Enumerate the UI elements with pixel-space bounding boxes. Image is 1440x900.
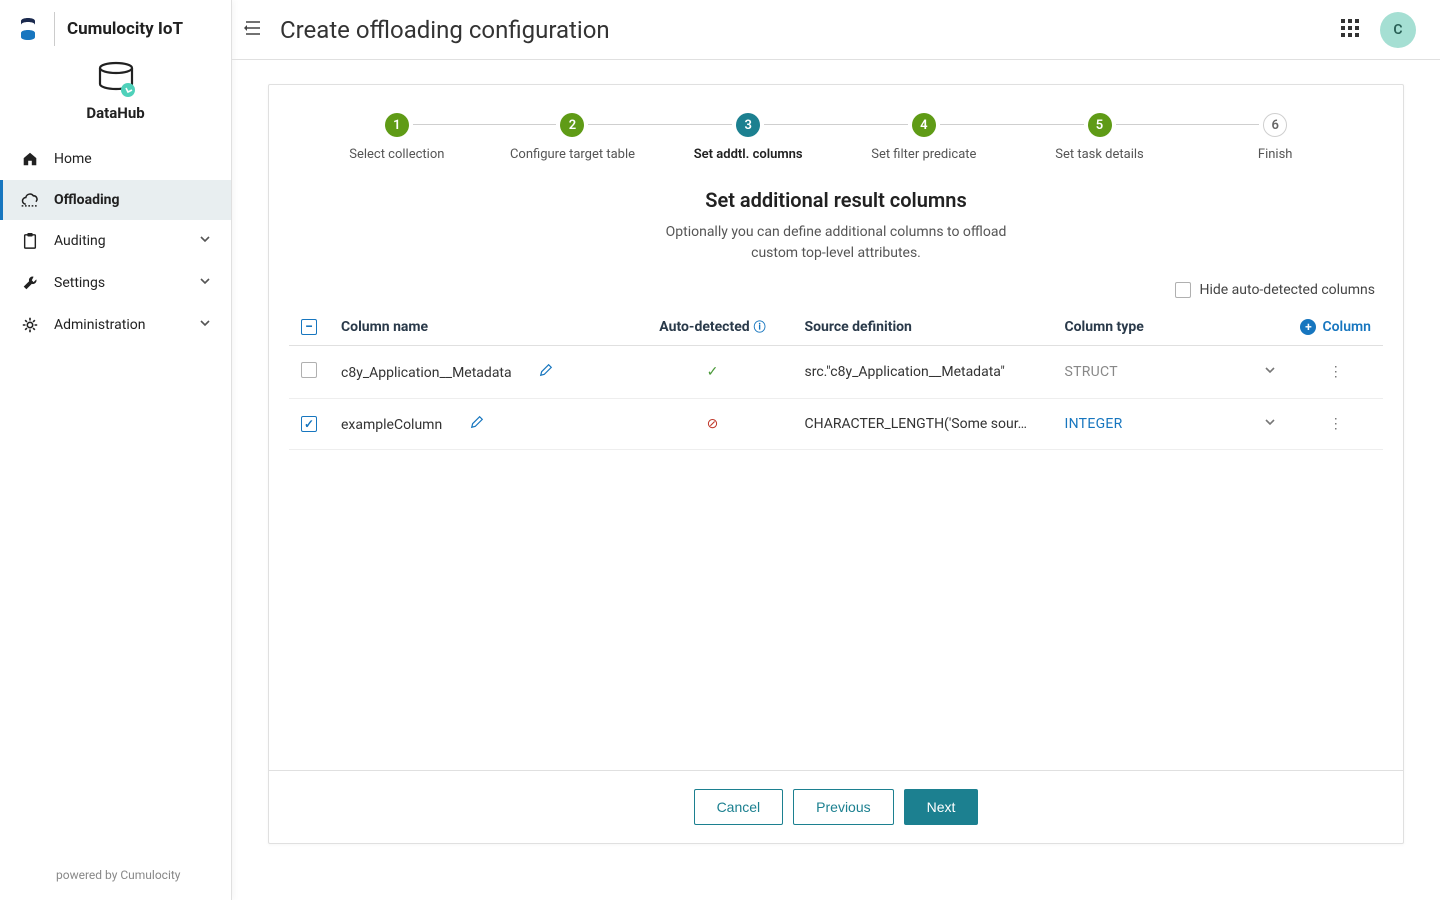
table-row: exampleColumn ⊘ CHARACTER_LENGTH('Some s… [289, 399, 1383, 450]
wizard-card: 1 Select collection 2 Configure target t… [268, 84, 1404, 844]
sidebar-item-offloading[interactable]: Offloading [0, 180, 231, 220]
section-title: Set additional result columns [269, 188, 1403, 212]
row-menu-button[interactable]: ⋮ [1329, 416, 1343, 432]
sidebar-item-label: Home [54, 151, 92, 167]
cancel-button[interactable]: Cancel [694, 789, 784, 825]
step-6[interactable]: 6 Finish [1187, 113, 1363, 162]
previous-button[interactable]: Previous [793, 789, 893, 825]
edit-icon[interactable] [470, 417, 484, 433]
row-checkbox[interactable] [301, 362, 317, 378]
th-column-name: Column name [329, 308, 632, 346]
row-checkbox[interactable] [301, 416, 317, 432]
next-button[interactable]: Next [904, 789, 979, 825]
topbar: Create offloading configuration C [232, 0, 1440, 60]
source-definition-value: src."c8y_Application__Metadata" [804, 364, 1040, 380]
collapse-sidebar-button[interactable] [244, 20, 264, 40]
check-icon: ✓ [707, 364, 719, 380]
sidebar-item-home[interactable]: Home [0, 138, 231, 180]
brand-divider [54, 12, 55, 46]
page-title: Create offloading configuration [280, 16, 610, 44]
sidebar-item-label: Offloading [54, 192, 120, 208]
avatar[interactable]: C [1380, 12, 1416, 48]
section-desc-line: Optionally you can define additional col… [666, 224, 1007, 240]
no-entry-icon: ⊘ [707, 416, 719, 432]
columns-table: − Column name Auto-detected ⓘ Source def… [289, 308, 1383, 450]
wrench-icon [20, 274, 40, 292]
module-block: DataHub [0, 52, 231, 134]
step-bubble: 1 [385, 113, 409, 137]
column-name-value: exampleColumn [341, 417, 442, 433]
th-auto-detected: Auto-detected ⓘ [644, 318, 780, 335]
datahub-icon [0, 60, 231, 100]
sidebar: Cumulocity IoT DataHub Home Offloading A… [0, 0, 232, 900]
step-label: Set filter predicate [836, 147, 1012, 162]
clipboard-icon [20, 232, 40, 250]
section-desc-line: custom top-level attributes. [751, 245, 921, 261]
content: 1 Select collection 2 Configure target t… [232, 60, 1440, 900]
hide-auto-detected-checkbox[interactable]: Hide auto-detected columns [1175, 282, 1375, 298]
expand-row-button[interactable] [1264, 416, 1276, 432]
step-bubble: 4 [912, 113, 936, 137]
source-definition-value: CHARACTER_LENGTH('Some sour… [804, 416, 1040, 432]
step-label: Select collection [309, 147, 485, 162]
select-all-checkbox[interactable]: − [301, 319, 317, 335]
sidebar-item-administration[interactable]: Administration [0, 304, 231, 346]
step-label: Configure target table [485, 147, 661, 162]
home-icon [20, 150, 40, 168]
app-switcher-button[interactable] [1336, 14, 1364, 46]
step-bubble: 2 [560, 113, 584, 137]
brand-row: Cumulocity IoT [0, 0, 231, 52]
column-type-value: INTEGER [1064, 416, 1122, 432]
sidebar-item-label: Settings [54, 275, 105, 291]
stepper: 1 Select collection 2 Configure target t… [269, 85, 1403, 170]
table-controls: Hide auto-detected columns [269, 264, 1403, 308]
expand-row-button[interactable] [1264, 364, 1276, 380]
step-label: Set addtl. columns [660, 147, 836, 162]
brand-logo-icon [14, 15, 42, 43]
add-column-button[interactable]: + Column [1300, 319, 1371, 335]
step-bubble: 5 [1088, 113, 1112, 137]
step-5[interactable]: 5 Set task details [1012, 113, 1188, 162]
brand-product: Cumulocity IoT [67, 19, 183, 39]
main: Create offloading configuration C 1 Sele… [232, 0, 1440, 900]
chevron-down-icon [199, 275, 211, 291]
th-column-type: Column type [1052, 308, 1252, 346]
row-menu-button[interactable]: ⋮ [1329, 364, 1343, 380]
wizard-footer: Cancel Previous Next [269, 770, 1403, 843]
step-1[interactable]: 1 Select collection [309, 113, 485, 162]
step-bubble: 3 [736, 113, 760, 137]
step-label: Set task details [1012, 147, 1188, 162]
step-3[interactable]: 3 Set addtl. columns [660, 113, 836, 162]
chevron-down-icon [199, 317, 211, 333]
gear-icon [20, 316, 40, 334]
step-label: Finish [1187, 147, 1363, 162]
edit-icon[interactable] [539, 365, 553, 381]
nav-list: Home Offloading Auditing Settings Admini… [0, 138, 231, 346]
checkbox-label: Hide auto-detected columns [1199, 282, 1375, 298]
step-4[interactable]: 4 Set filter predicate [836, 113, 1012, 162]
plus-icon: + [1300, 319, 1316, 335]
sidebar-item-label: Administration [54, 317, 145, 333]
step-2[interactable]: 2 Configure target table [485, 113, 661, 162]
sidebar-item-auditing[interactable]: Auditing [0, 220, 231, 262]
checkbox-icon [1175, 282, 1191, 298]
section-description: Optionally you can define additional col… [269, 222, 1403, 264]
step-bubble: 6 [1263, 113, 1287, 137]
chevron-down-icon [199, 233, 211, 249]
sidebar-footer: powered by Cumulocity [0, 854, 231, 900]
column-type-value: STRUCT [1064, 364, 1117, 380]
th-source-definition: Source definition [792, 308, 1052, 346]
help-icon[interactable]: ⓘ [754, 318, 766, 335]
module-name: DataHub [0, 104, 231, 122]
table-row: c8y_Application__Metadata ✓ src."c8y_App… [289, 346, 1383, 399]
cloud-icon [20, 192, 40, 208]
sidebar-item-label: Auditing [54, 233, 106, 249]
sidebar-item-settings[interactable]: Settings [0, 262, 231, 304]
column-name-value: c8y_Application__Metadata [341, 365, 512, 381]
